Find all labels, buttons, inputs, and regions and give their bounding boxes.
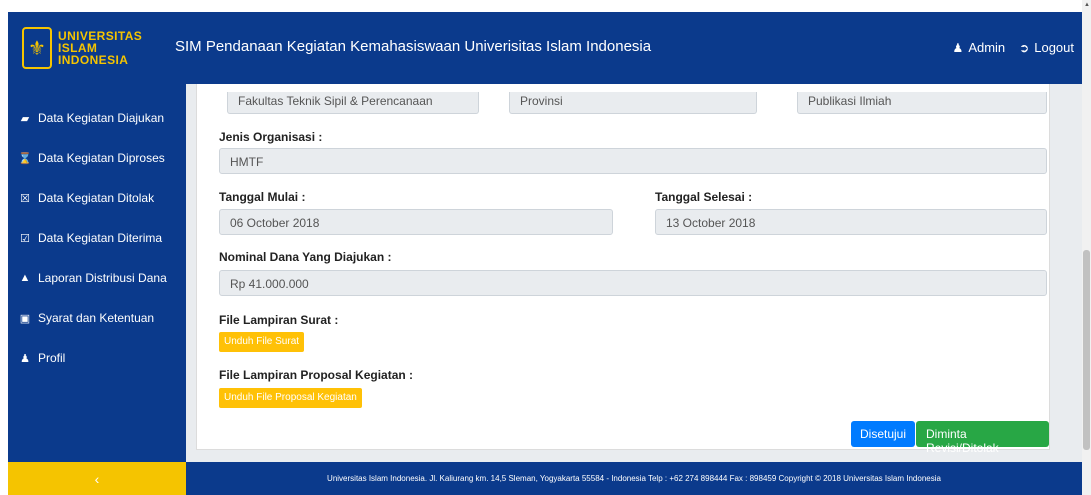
user-icon: ♟ xyxy=(20,352,30,365)
check-square-icon: ☑ xyxy=(20,232,30,245)
inbox-icon: ▰ xyxy=(20,112,30,125)
footer: Universitas Islam Indonesia. Jl. Kaliura… xyxy=(186,462,1082,495)
app-title: SIM Pendanaan Kegiatan Kemahasiswaan Uni… xyxy=(175,38,652,55)
file-surat-label: File Lampiran Surat : xyxy=(219,313,339,327)
sidebar-item-laporan[interactable]: ▲ Laporan Distribusi Dana xyxy=(8,258,186,298)
user-icon: ♟ xyxy=(952,40,964,55)
sidebar-item-label: Data Kegiatan Diproses xyxy=(38,151,165,165)
sidebar-item-profil[interactable]: ♟ Profil xyxy=(8,338,186,378)
sidebar-item-diproses[interactable]: ⌛ Data Kegiatan Diproses xyxy=(8,138,186,178)
app-frame: ⚜ UNIVERSITAS ISLAM INDONESIA SIM Pendan… xyxy=(8,12,1082,495)
tanggal-mulai-label: Tanggal Mulai : xyxy=(219,190,306,204)
header-actions: ♟ Admin ➲ Logout xyxy=(953,40,1074,55)
approve-button[interactable]: Disetujui xyxy=(851,421,916,447)
sidebar-item-label: Profil xyxy=(38,351,66,365)
chart-icon: ▲ xyxy=(19,272,31,284)
scroll-up-icon[interactable]: ▲ xyxy=(1084,2,1090,8)
file-proposal-label: File Lampiran Proposal Kegiatan : xyxy=(219,368,414,382)
logo-line-3: INDONESIA xyxy=(58,53,129,67)
page-scrollbar[interactable]: ▲ xyxy=(1082,0,1091,495)
sign-out-icon: ➲ xyxy=(1019,40,1030,55)
sidebar: ▰ Data Kegiatan Diajukan ⌛ Data Kegiatan… xyxy=(8,84,186,462)
tanggal-selesai-label: Tanggal Selesai : xyxy=(655,190,753,204)
nominal-field: Rp 41.000.000 xyxy=(219,270,1047,296)
page: ⚜ UNIVERSITAS ISLAM INDONESIA SIM Pendan… xyxy=(0,0,1091,495)
sidebar-collapse-button[interactable]: ‹ xyxy=(8,462,186,495)
sidebar-item-diajukan[interactable]: ▰ Data Kegiatan Diajukan xyxy=(8,98,186,138)
logo-text: UNIVERSITAS ISLAM INDONESIA xyxy=(58,30,142,66)
logout-label: Logout xyxy=(1034,40,1074,55)
x-square-icon: ☒ xyxy=(20,192,30,205)
crest-icon: ⚜ xyxy=(22,27,52,69)
admin-menu[interactable]: ♟ Admin xyxy=(953,40,1006,55)
fakultas-field: Fakultas Teknik Sipil & Perencanaan xyxy=(227,92,479,114)
jenis-organisasi-label: Jenis Organisasi : xyxy=(219,130,323,144)
reject-button[interactable]: Diminta Revisi/Ditolak xyxy=(916,421,1049,455)
sidebar-item-label: Laporan Distribusi Dana xyxy=(38,271,167,285)
sidebar-item-ditolak[interactable]: ☒ Data Kegiatan Ditolak xyxy=(8,178,186,218)
tanggal-selesai-field: 13 October 2018 xyxy=(655,209,1047,235)
book-icon: ▣ xyxy=(19,312,31,325)
sidebar-item-label: Syarat dan Ketentuan xyxy=(38,311,155,325)
sidebar-item-label: Data Kegiatan Diterima xyxy=(38,231,163,245)
university-logo[interactable]: ⚜ UNIVERSITAS ISLAM INDONESIA xyxy=(8,12,186,84)
sidebar-item-label: Data Kegiatan Diajukan xyxy=(38,111,165,125)
logout-link[interactable]: ➲ Logout xyxy=(1019,40,1074,55)
download-surat-button[interactable]: Unduh File Surat xyxy=(219,332,305,352)
admin-label: Admin xyxy=(968,40,1006,55)
nominal-label: Nominal Dana Yang Diajukan : xyxy=(219,250,392,264)
sidebar-item-syarat[interactable]: ▣ Syarat dan Ketentuan xyxy=(8,298,186,338)
detail-card: Fakultas Teknik Sipil & Perencanaan Prov… xyxy=(196,84,1050,455)
jenis-organisasi-field: HMTF xyxy=(219,148,1047,174)
scrollbar-thumb[interactable] xyxy=(1083,250,1090,450)
footer-text: Universitas Islam Indonesia. Jl. Kaliura… xyxy=(327,474,941,483)
hourglass-icon: ⌛ xyxy=(18,152,32,165)
tanggal-mulai-field: 06 October 2018 xyxy=(219,209,613,235)
sidebar-item-label: Data Kegiatan Ditolak xyxy=(38,191,155,205)
sidebar-item-diterima[interactable]: ☑ Data Kegiatan Diterima xyxy=(8,218,186,258)
top-header: ⚜ UNIVERSITAS ISLAM INDONESIA SIM Pendan… xyxy=(8,12,1082,84)
jenis-kegiatan-field: Publikasi Ilmiah xyxy=(797,92,1047,114)
download-proposal-button[interactable]: Unduh File Proposal Kegiatan xyxy=(219,388,362,408)
tingkat-field: Provinsi xyxy=(509,92,757,114)
chevron-left-icon: ‹ xyxy=(94,470,100,487)
